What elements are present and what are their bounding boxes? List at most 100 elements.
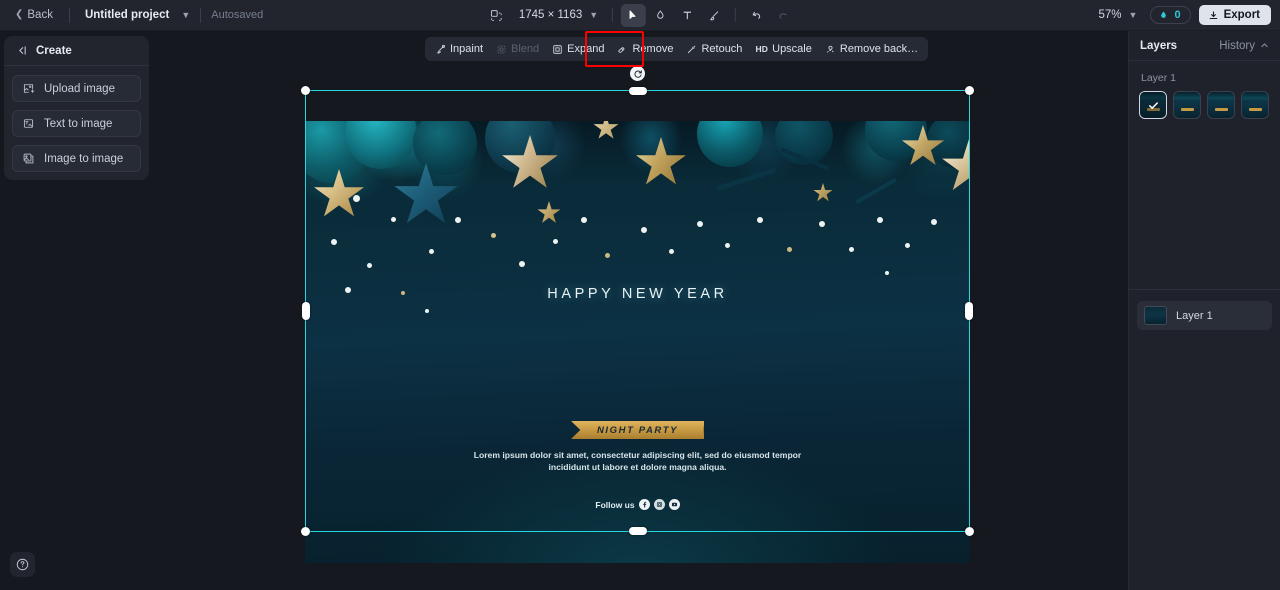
expand-button[interactable]: Expand [546,39,610,59]
confetti-dot [905,243,910,248]
confetti-dot [391,217,396,222]
image-editor-app: ❮ Back Untitled project ▼ Autosaved 1745… [0,0,1280,590]
expand-icon [553,44,562,54]
canvas-area[interactable]: HAPPY NEW YEAR NIGHT PARTY Lorem ipsum d… [152,31,1128,590]
version-thumbnail-4[interactable] [1241,91,1269,119]
top-bar-right: 57% ▼ 0 Export [1094,0,1271,31]
credit-drop-icon [1161,11,1167,18]
check-icon [1148,101,1158,109]
blend-button[interactable]: Blend [490,39,545,59]
version-thumbnail-2[interactable] [1173,91,1201,119]
remove-background-icon [826,45,834,53]
expand-label: Expand [567,43,605,55]
ornament-bauble [697,121,763,167]
redo-button[interactable] [771,4,796,27]
credits-count: 0 [1174,9,1181,21]
inpaint-button[interactable]: Inpaint [429,39,489,59]
gold-star [593,121,619,139]
sidebar-item-label: Text to image [44,117,113,130]
help-button[interactable] [10,552,35,577]
confetti-dot [877,217,883,223]
sidebar-item-image-to-image[interactable]: Image to image [12,145,141,172]
image-to-image-icon [23,153,34,164]
facebook-icon [638,499,650,510]
artwork-title: HAPPY NEW YEAR [547,286,728,302]
sidebar-item-text-to-image[interactable]: Text to image [12,110,141,137]
remove-button[interactable]: Remove [611,39,679,59]
credits-badge[interactable]: 0 [1150,6,1191,24]
remove-background-label: Remove back… [839,43,919,55]
artwork-image[interactable]: HAPPY NEW YEAR NIGHT PARTY Lorem ipsum d… [305,121,970,563]
version-thumbnail-3[interactable] [1207,91,1235,119]
upscale-label: Upscale [772,43,812,55]
remove-background-button[interactable]: Remove back… [819,39,924,59]
layer-group-label: Layer 1 [1141,72,1177,84]
layer-thumbnail [1144,306,1167,325]
confetti-dot [581,217,587,223]
confetti-dot [641,227,647,233]
sidebar-item-upload-image[interactable]: Upload image [12,75,141,102]
layer-list-item[interactable]: Layer 1 [1137,301,1272,330]
confetti-dot [787,247,792,252]
project-name[interactable]: Untitled project [80,5,174,25]
youtube-icon [668,499,680,510]
artwork-body-text: Lorem ipsum dolor sit amet, consectetur … [473,450,802,473]
artwork-follow-label: Follow us [595,499,635,510]
confetti-dot [605,253,610,258]
chevron-up-icon [1261,43,1268,48]
confetti-dot [367,263,372,268]
ribbon-streak [715,167,777,192]
remove-label: Remove [632,43,674,55]
thumbnail-band [1174,92,1200,102]
retouch-button[interactable]: Retouch [680,39,748,59]
hd-icon: HD [755,44,769,54]
confetti-dot [885,271,889,275]
eyedropper-tool[interactable] [648,4,673,27]
confetti-dot [353,195,360,202]
tab-history[interactable]: History [1219,40,1269,52]
collapse-panel-icon[interactable] [15,44,28,57]
divider [1129,289,1280,290]
confetti-dot [553,239,558,244]
layers-panel: Layers History Layer 1 Layer 1 [1128,31,1280,590]
back-button[interactable]: ❮ Back [9,5,59,25]
export-label: Export [1223,9,1260,21]
chevron-down-icon: ▼ [1128,10,1138,20]
brush-tool[interactable] [702,4,727,27]
version-thumbnail-list [1129,91,1280,119]
inpaint-icon [436,44,445,53]
blend-icon [497,45,506,53]
confetti-dot [819,221,825,227]
thumbnail-ribbon [1214,108,1228,112]
zoom-level-selector[interactable]: 57% ▼ [1094,6,1143,24]
create-panel: Create Upload image Text to image Image … [4,36,149,180]
text-to-image-icon [23,119,34,128]
text-tool[interactable] [675,4,700,27]
confetti-dot [931,219,937,225]
top-bar-left: ❮ Back Untitled project ▼ Autosaved [0,5,263,25]
resize-canvas-icon[interactable] [484,4,509,27]
divider [735,8,737,22]
canvas-size-selector[interactable]: 1745 × 1163 ▼ [511,6,604,24]
undo-button[interactable] [744,4,769,27]
divider [68,7,70,23]
confetti-dot [519,261,525,267]
canvas-size-value: 1745 × 1163 [518,9,583,21]
retouch-label: Retouch [701,43,743,55]
thumbnail-band [1242,92,1268,102]
upscale-button[interactable]: HD Upscale [749,39,817,59]
chevron-down-icon[interactable]: ▼ [181,10,190,20]
thumbnail-band [1208,92,1234,102]
gold-star [537,201,561,223]
create-panel-title: Create [36,44,72,57]
upload-image-icon [23,84,35,93]
layers-panel-header: Layers History [1129,31,1280,61]
thumbnail-ribbon [1248,108,1262,112]
select-tool[interactable] [621,3,647,27]
artwork-ribbon-text: NIGHT PARTY [596,424,679,436]
export-button[interactable]: Export [1198,5,1271,25]
version-thumbnail-1[interactable] [1139,91,1167,119]
rotate-handle[interactable] [630,66,645,81]
confetti-dot [491,233,496,238]
tab-layers[interactable]: Layers [1140,40,1177,52]
